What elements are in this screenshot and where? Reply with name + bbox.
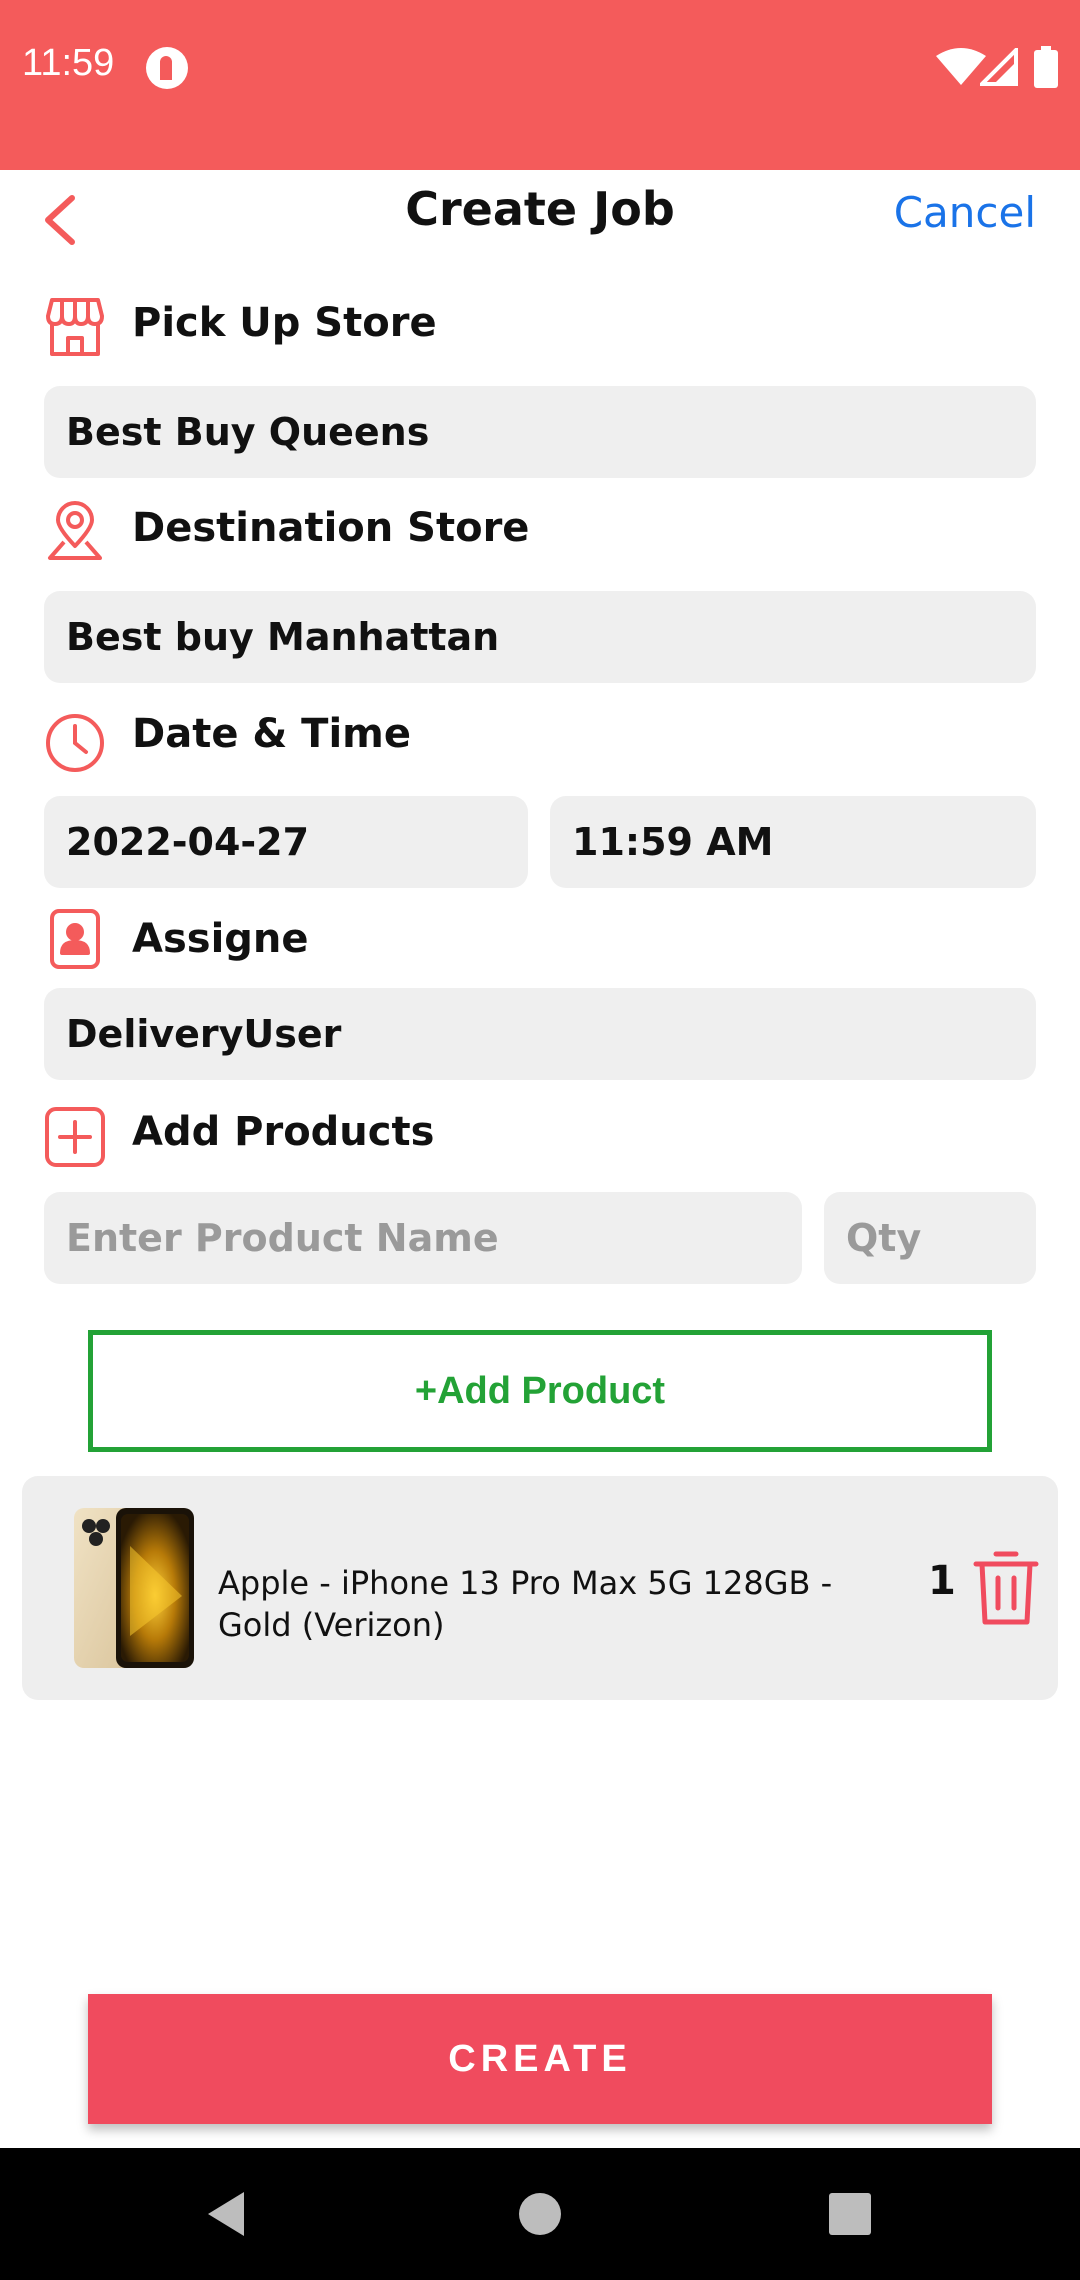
product-name: Apple - iPhone 13 Pro Max 5G 128GB - Gol… <box>218 1564 833 1644</box>
destination-store-label: Destination Store <box>132 505 530 551</box>
product-name-input[interactable]: Enter Product Name <box>44 1192 802 1284</box>
pickup-store-label: Pick Up Store <box>132 300 437 346</box>
location-pin-icon <box>48 501 102 560</box>
date-time-label: Date & Time <box>132 711 411 757</box>
add-products-label: Add Products <box>132 1109 435 1155</box>
app-notification-icon <box>146 47 188 89</box>
assignee-label: Assigne <box>132 916 309 962</box>
create-button[interactable]: CREATE <box>88 1994 992 2124</box>
product-qty: 1 <box>928 1558 956 1604</box>
store-icon <box>46 298 104 356</box>
assignee-field[interactable]: DeliveryUser <box>44 988 1036 1080</box>
date-field[interactable]: 2022-04-27 <box>44 796 528 888</box>
add-product-button[interactable]: +Add Product <box>88 1330 992 1452</box>
cancel-button[interactable]: Cancel <box>894 188 1036 237</box>
clock-icon <box>46 714 104 772</box>
product-image <box>74 1508 194 1668</box>
add-square-icon <box>45 1107 105 1167</box>
pickup-store-field[interactable]: Best Buy Queens <box>44 386 1036 478</box>
nav-recents-icon[interactable] <box>828 2192 872 2236</box>
time-field[interactable]: 11:59 AM <box>550 796 1036 888</box>
contact-icon <box>50 909 100 969</box>
status-time: 11:59 <box>22 42 115 84</box>
wifi-icon <box>936 48 986 85</box>
delete-product-button[interactable] <box>972 1548 1040 1628</box>
destination-store-field[interactable]: Best buy Manhattan <box>44 591 1036 683</box>
qty-input[interactable]: Qty <box>824 1192 1036 1284</box>
battery-icon <box>1034 46 1058 88</box>
nav-back-icon[interactable] <box>204 2190 248 2238</box>
signal-icon <box>980 48 1018 86</box>
nav-home-icon[interactable] <box>518 2192 562 2236</box>
